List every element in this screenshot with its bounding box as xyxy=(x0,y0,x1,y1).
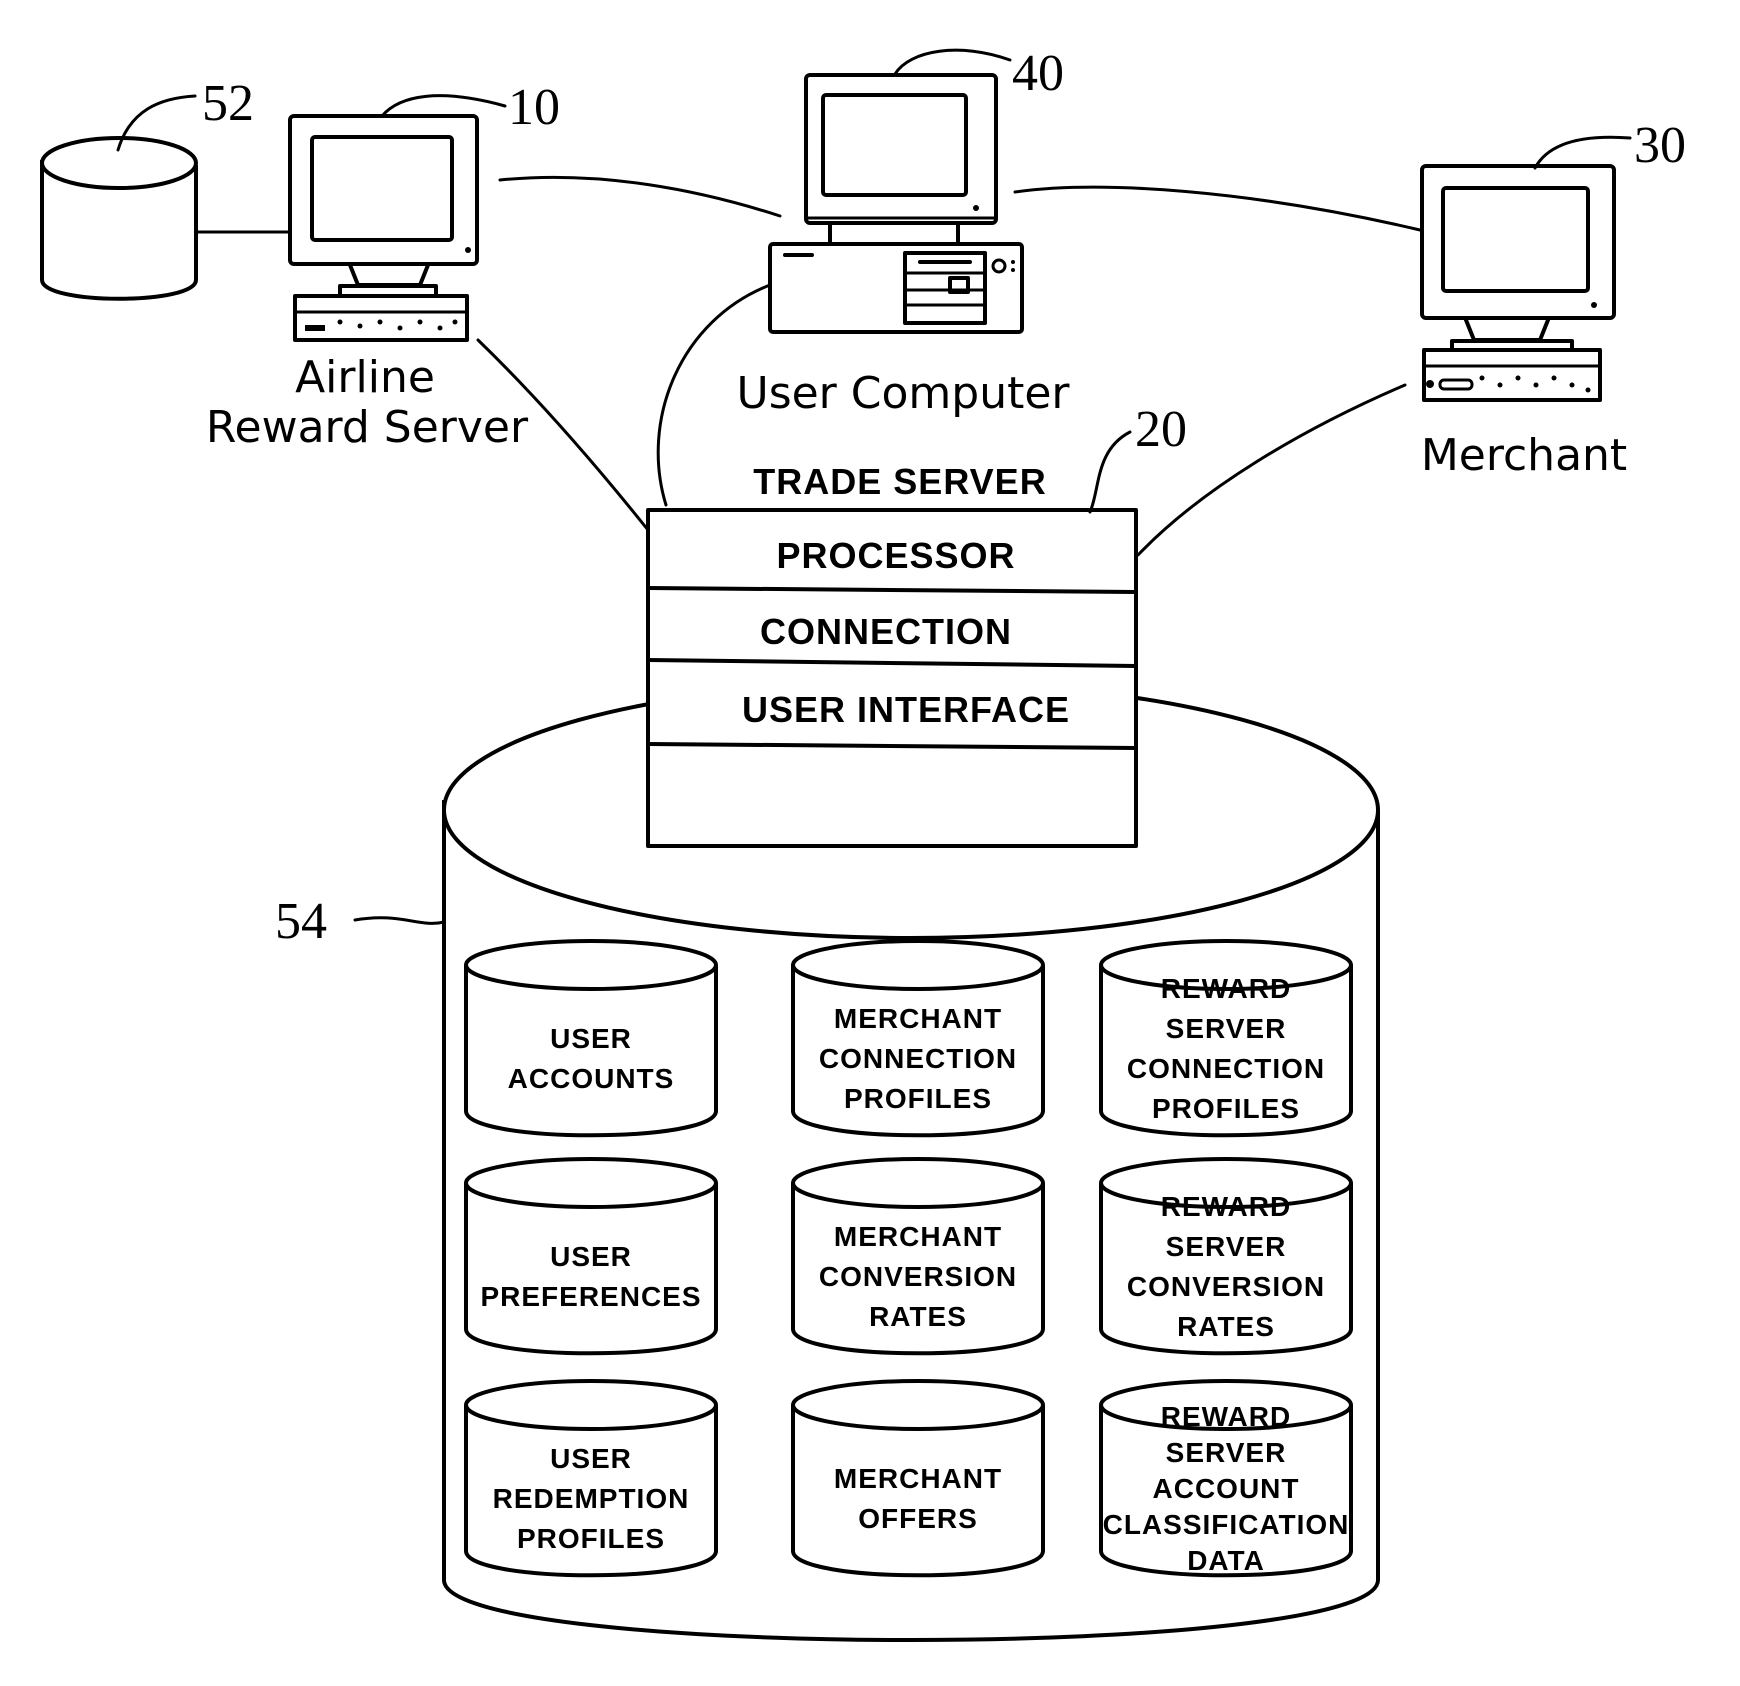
store-cylinder-top xyxy=(464,939,718,991)
store-label-line: REWARD xyxy=(1161,1191,1291,1222)
store-label-line: OFFERS xyxy=(858,1503,978,1534)
store-label-line: MERCHANT xyxy=(834,1221,1002,1252)
store-merchant-offers: MERCHANT OFFERS xyxy=(791,1379,1045,1578)
store-label-line: ACCOUNT xyxy=(1153,1473,1300,1504)
ref-leader-54 xyxy=(353,916,446,925)
store-cylinder-top xyxy=(791,1379,1045,1431)
store-label-line: CONVERSION xyxy=(1127,1271,1325,1302)
module-processor: PROCESSOR xyxy=(776,535,1015,576)
ref-40: 40 xyxy=(1012,45,1064,102)
ref-leader-30 xyxy=(1533,135,1632,170)
store-cylinder-top xyxy=(791,939,1045,991)
store-label-line: PROFILES xyxy=(1152,1093,1300,1124)
store-merchant-connection-profiles: MERCHANT CONNECTION PROFILES xyxy=(791,939,1045,1138)
module-user-interface: USER INTERFACE xyxy=(742,689,1070,730)
store-label-line: PROFILES xyxy=(844,1083,992,1114)
store-label-line: CLASSIFICATION xyxy=(1103,1509,1350,1540)
ref-leader-40 xyxy=(893,48,1012,76)
store-user-preferences: USER PREFERENCES xyxy=(464,1157,718,1356)
store-label-line: SERVER xyxy=(1166,1437,1287,1468)
store-label-line: USER xyxy=(550,1241,632,1272)
data-stores-grid: USERACCOUNTSMERCHANTCONNECTIONPROFILESRE… xyxy=(464,939,1353,1578)
store-label-line: ACCOUNTS xyxy=(508,1063,675,1094)
store-label-line: RATES xyxy=(1177,1311,1275,1342)
airline-label-line2: Reward Server xyxy=(206,402,529,453)
store-label-line: USER xyxy=(550,1443,632,1474)
trade-server-title: TRADE SERVER xyxy=(753,461,1046,502)
store-label-line: REWARD xyxy=(1161,973,1291,1004)
store-label-line: SERVER xyxy=(1166,1231,1287,1262)
store-label-line: REDEMPTION xyxy=(493,1483,690,1514)
ref-52: 52 xyxy=(202,75,254,132)
store-user-accounts: USER ACCOUNTS xyxy=(464,939,718,1138)
store-label-line: USER xyxy=(550,1023,632,1054)
store-reward-server-connection-profiles: REWARD SERVER CONNECTION PROFILES xyxy=(1099,939,1353,1138)
store-cylinder-top xyxy=(464,1379,718,1431)
ref-20: 20 xyxy=(1135,401,1187,458)
store-cylinder-top xyxy=(464,1157,718,1209)
store-label-line: MERCHANT xyxy=(834,1003,1002,1034)
merchant-computer-icon xyxy=(1420,164,1616,402)
ref-10: 10 xyxy=(508,79,560,136)
store-label-line: CONNECTION xyxy=(819,1043,1017,1074)
network-diagram: 52 10 Airline Reward Server 40 User Comp… xyxy=(40,45,1686,1642)
store-label-line: RATES xyxy=(869,1301,967,1332)
ref-30: 30 xyxy=(1634,117,1686,174)
merchant-label: Merchant xyxy=(1421,430,1627,481)
link-airline-server-to-user-computer xyxy=(498,175,782,218)
store-label-line: MERCHANT xyxy=(834,1463,1002,1494)
store-label-line: DATA xyxy=(1187,1545,1265,1576)
store-label-line: PREFERENCES xyxy=(480,1281,701,1312)
link-user-computer-to-merchant xyxy=(1013,185,1422,232)
store-cylinder-top xyxy=(791,1157,1045,1209)
store-reward-server-conversion-rates: REWARD SERVER CONVERSION RATES xyxy=(1099,1157,1353,1356)
store-user-redemption-profiles: USER REDEMPTION PROFILES xyxy=(464,1379,718,1578)
ref-54: 54 xyxy=(275,893,327,950)
store-label-line: SERVER xyxy=(1166,1013,1287,1044)
user-computer-label: User Computer xyxy=(736,368,1070,419)
ref-leader-10 xyxy=(380,94,507,118)
store-label-line: REWARD xyxy=(1161,1401,1291,1432)
ref-leader-20 xyxy=(1088,430,1132,514)
module-connection: CONNECTION xyxy=(760,611,1012,652)
airline-label-line1: Airline xyxy=(295,352,435,403)
store-merchant-conversion-rates: MERCHANT CONVERSION RATES xyxy=(791,1157,1045,1356)
user-computer-desktop-icon xyxy=(768,73,1024,334)
store-reward-server-account-classification-data: REWARD SERVER ACCOUNT CLASSIFICATION DATA xyxy=(1099,1379,1353,1578)
store-label-line: CONVERSION xyxy=(819,1261,1017,1292)
store-label-line: CONNECTION xyxy=(1127,1053,1325,1084)
store-label-line: PROFILES xyxy=(517,1523,665,1554)
airline-server-computer-icon xyxy=(288,114,479,342)
airline-database-cylinder xyxy=(40,136,198,301)
